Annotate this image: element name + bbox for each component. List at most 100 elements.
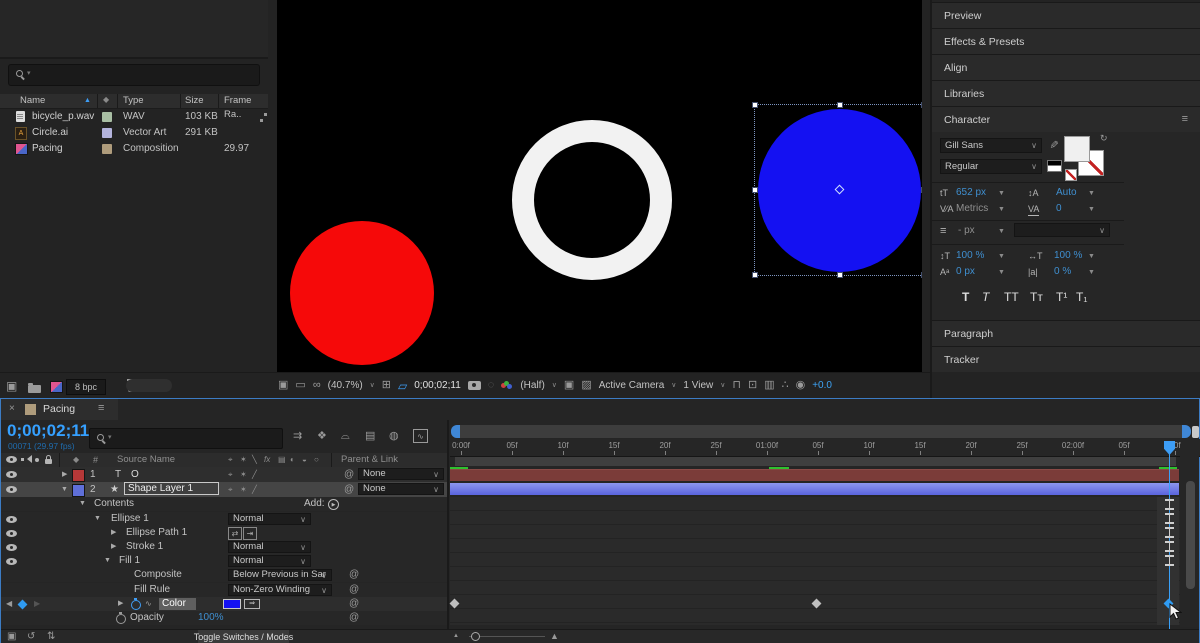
handle-mid-left[interactable]	[752, 187, 758, 193]
flowchart-icon[interactable]: ∴	[782, 380, 789, 391]
layer1-duration-bar[interactable]	[450, 469, 1179, 481]
handle-bottom-right[interactable]	[921, 272, 922, 278]
handle-top-center[interactable]	[837, 102, 843, 108]
dropdown-arrow-icon[interactable]: ▼	[998, 225, 1005, 239]
label-column-icon[interactable]: ◆	[73, 453, 79, 467]
project-item-wav[interactable]: bicycle_p.wav WAV 103 KB	[0, 109, 268, 125]
layer2-duration-bar[interactable]	[450, 483, 1179, 495]
view-layout-dropdown[interactable]: 1 View	[683, 379, 713, 393]
grid-guides-icon[interactable]: ⊞	[382, 380, 391, 391]
label-column-icon[interactable]: ◆	[103, 95, 109, 104]
exposure-value[interactable]: +0.0	[812, 380, 832, 391]
baseline-shift-value[interactable]: 0 px	[956, 266, 975, 278]
pickwhip-icon[interactable]: @	[349, 597, 359, 611]
quality-switch-icon[interactable]: ✶	[240, 453, 247, 467]
column-size[interactable]: Size	[185, 94, 203, 108]
motion-blur-switch-icon[interactable]: ◐	[290, 453, 295, 467]
layer-name[interactable]: Shape Layer 1	[128, 482, 193, 496]
dropdown-arrow-icon[interactable]: ▼	[1088, 187, 1095, 201]
expander-icon[interactable]: ▼	[61, 482, 68, 497]
panel-tracker[interactable]: Tracker	[932, 346, 1200, 372]
expander-icon[interactable]: ▶	[62, 467, 67, 482]
panel-effects-presets[interactable]: Effects & Presets	[932, 28, 1200, 54]
flatten-transparency-icon[interactable]: ▣	[278, 380, 288, 391]
red-circle-shape[interactable]	[290, 221, 434, 365]
bpc-button[interactable]: 8 bpc	[66, 379, 106, 395]
opacity-value[interactable]: 100%	[198, 611, 224, 625]
contents-label[interactable]: Contents	[94, 497, 134, 511]
label-swatch[interactable]	[102, 128, 112, 138]
search-dropdown-arrow[interactable]: ▾	[108, 433, 112, 441]
fill-row[interactable]: ▼ Fill 1 Normal	[1, 554, 449, 568]
video-column-icon[interactable]	[6, 456, 17, 463]
next-keyframe-icon[interactable]: ▶	[34, 597, 40, 611]
handle-bottom-center[interactable]	[837, 272, 843, 278]
roi-icon[interactable]: ▱	[398, 379, 407, 393]
stereo-glasses-icon[interactable]: ∞	[313, 380, 321, 391]
color-property-label-box[interactable]: Color	[159, 598, 196, 610]
fill-rule-dropdown[interactable]: Non-Zero Winding	[228, 584, 332, 596]
panel-preview[interactable]: Preview	[932, 2, 1200, 28]
blend-mode-dropdown[interactable]: Normal	[228, 541, 311, 553]
pickwhip-icon[interactable]: @	[349, 611, 359, 625]
layer-list-header[interactable]: ◆ # Source Name ⌖ ✶ ╲ fx ▤ ◐ ◒ ○ Parent …	[1, 453, 449, 468]
opacity-row[interactable]: Opacity 100% @	[1, 611, 449, 625]
parent-link-column[interactable]: Parent & Link	[341, 453, 398, 467]
leading-value[interactable]: Auto	[1056, 187, 1077, 199]
timeline-zoom-knob[interactable]	[471, 632, 480, 641]
effects-switch-icon[interactable]: ╲	[252, 453, 257, 467]
search-dropdown-arrow[interactable]: ▾	[27, 69, 31, 77]
add-keyframe-icon[interactable]	[18, 600, 28, 610]
superscript-button[interactable]: T¹	[1056, 290, 1067, 304]
font-style-dropdown[interactable]: Regular	[940, 159, 1042, 174]
stroke-row[interactable]: ▶ Stroke 1 Normal	[1, 540, 449, 554]
column-type[interactable]: Type	[123, 94, 144, 108]
project-column-header[interactable]: Name ▲ ◆ Type Size Frame Ra..	[0, 94, 268, 109]
tracking-value[interactable]: 0	[1056, 203, 1062, 215]
layer-label-swatch[interactable]	[72, 484, 85, 497]
all-caps-button[interactable]: TT	[1004, 290, 1019, 304]
expand-inout-icon[interactable]: ⇅	[47, 632, 55, 642]
path-size-icon[interactable]: ⇥	[243, 527, 257, 540]
chevron-down-icon[interactable]: ∨	[720, 379, 725, 393]
panel-libraries[interactable]: Libraries	[932, 80, 1200, 106]
chevron-down-icon[interactable]: ∨	[370, 379, 375, 393]
path-direction-icon[interactable]: ⇄	[228, 527, 242, 540]
dropdown-arrow-icon[interactable]: ▼	[998, 187, 1005, 201]
layer-name-box[interactable]: Shape Layer 1	[124, 482, 219, 495]
faux-italic-button[interactable]: T	[982, 290, 989, 304]
tsume-value[interactable]: 0 %	[1054, 266, 1071, 278]
timeline-zoom-track[interactable]	[469, 636, 545, 637]
toggle-switches-modes-button[interactable]: Toggle Switches / Modes	[198, 630, 289, 643]
add-button[interactable]: ▶	[328, 499, 339, 510]
pickwhip-icon[interactable]: @	[344, 467, 354, 482]
layer-name[interactable]: O	[131, 467, 139, 482]
vertical-scrollbar[interactable]	[1186, 481, 1195, 589]
contents-row[interactable]: ▼ Contents Add: ▶	[1, 497, 449, 511]
item-name[interactable]: bicycle_p.wav	[32, 109, 94, 125]
ellipse-group-row[interactable]: ▼ Ellipse 1 Normal	[1, 512, 449, 526]
chevron-down-icon[interactable]: ∨	[671, 379, 676, 393]
handle-top-right[interactable]	[921, 102, 922, 108]
color-row[interactable]: ◀ ▶ ▶ ∿ Color ⇒ @	[1, 597, 449, 611]
navigator-start-handle[interactable]	[451, 425, 460, 438]
eyedropper-icon[interactable]: ✎	[1047, 140, 1058, 149]
font-size-value[interactable]: 652 px	[956, 187, 986, 199]
expand-switches-icon[interactable]: ▣	[7, 632, 16, 642]
item-name[interactable]: Circle.ai	[32, 125, 68, 141]
horizontal-scale-value[interactable]: 100 %	[1054, 250, 1082, 262]
stopwatch-icon[interactable]	[116, 614, 126, 624]
label-swatch[interactable]	[102, 144, 112, 154]
blend-mode-dropdown[interactable]: Normal	[228, 555, 311, 567]
comp-marker-bin[interactable]	[1192, 426, 1199, 438]
panel-align[interactable]: Align	[932, 54, 1200, 80]
visibility-eye-icon[interactable]	[6, 486, 17, 493]
transparency-grid-icon[interactable]: ▨	[581, 380, 591, 391]
share-view-icon[interactable]: ⊓	[732, 380, 741, 391]
white-ring-shape[interactable]	[512, 120, 672, 280]
panel-paragraph[interactable]: Paragraph	[932, 320, 1200, 346]
project-search-input[interactable]: ▾	[8, 64, 260, 86]
expression-toggle-icon[interactable]: ⇒	[244, 599, 260, 609]
tab-title[interactable]: Pacing	[43, 403, 75, 415]
motion-blur-icon[interactable]: ◍	[389, 431, 399, 442]
